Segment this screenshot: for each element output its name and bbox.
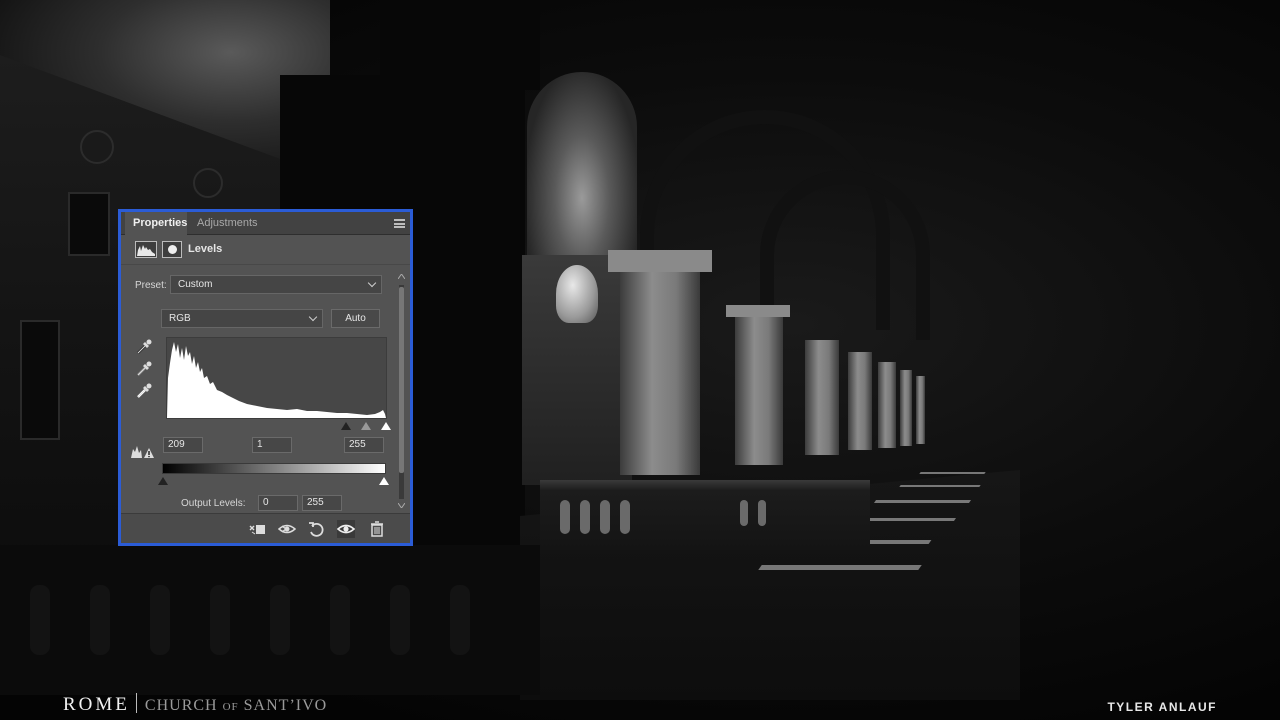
dark-arch — [380, 0, 540, 90]
baluster — [30, 585, 50, 655]
input-black-field[interactable]: 209 — [163, 437, 203, 453]
levels-adjustment-icon — [135, 241, 157, 258]
scroll-up-icon[interactable] — [398, 274, 405, 279]
clipping-warning-icon — [131, 446, 154, 458]
baluster — [600, 500, 610, 534]
chevron-down-icon — [308, 312, 318, 322]
author-credit: TYLER ANLAUF — [1107, 700, 1217, 714]
auto-button[interactable]: Auto — [331, 309, 380, 328]
column — [805, 340, 839, 455]
baluster — [270, 585, 290, 655]
baluster — [620, 500, 630, 534]
channel-select[interactable]: RGB — [161, 309, 323, 328]
input-black-slider[interactable] — [341, 422, 351, 430]
baluster — [580, 500, 590, 534]
clip-to-layer-icon[interactable] — [248, 520, 266, 538]
baluster — [210, 585, 230, 655]
output-white-slider[interactable] — [379, 477, 389, 485]
light-streak — [873, 500, 972, 503]
baluster — [90, 585, 110, 655]
input-white-field[interactable]: 255 — [344, 437, 384, 453]
balustrade — [540, 480, 870, 550]
preset-value: Custom — [178, 279, 213, 290]
levels-header: Levels — [121, 235, 410, 265]
light-streak — [919, 472, 986, 474]
properties-panel: Properties Adjustments Levels Preset: Cu… — [118, 209, 413, 546]
baluster — [758, 500, 766, 526]
column — [620, 270, 700, 475]
panel-footer — [121, 513, 410, 543]
output-black-slider[interactable] — [158, 477, 168, 485]
output-levels-label: Output Levels: — [181, 498, 246, 509]
panel-tab-bar: Properties Adjustments — [121, 212, 410, 235]
baluster — [390, 585, 410, 655]
histogram — [166, 337, 387, 419]
caption-divider — [135, 693, 137, 713]
tab-adjustments[interactable]: Adjustments — [189, 212, 263, 235]
baluster — [450, 585, 470, 655]
panel-title: Levels — [188, 243, 223, 255]
output-gradient-bar — [162, 463, 386, 474]
baluster — [330, 585, 350, 655]
gray-point-eyedropper-icon[interactable] — [135, 360, 153, 378]
column-capital — [726, 305, 790, 317]
light-streak — [758, 565, 922, 570]
baluster — [150, 585, 170, 655]
reset-icon[interactable] — [307, 520, 325, 538]
tab-properties[interactable]: Properties — [125, 212, 187, 235]
column — [878, 362, 896, 448]
caption-title: ROME — [63, 694, 130, 715]
output-white-field[interactable]: 255 — [302, 495, 342, 511]
foreground-railing — [0, 545, 540, 695]
caption-subtitle-of: OF — [222, 701, 239, 713]
channel-value: RGB — [169, 313, 191, 324]
lantern-dome — [556, 265, 598, 323]
trash-icon[interactable] — [368, 520, 386, 538]
preset-label: Preset: — [135, 280, 167, 291]
caption-subtitle-santivo: SANT’IVO — [243, 697, 328, 714]
light-streak — [899, 485, 981, 487]
column — [848, 352, 872, 450]
input-gamma-field[interactable]: 1 — [252, 437, 292, 453]
view-previous-state-icon[interactable] — [278, 520, 296, 538]
caption-subtitle: CHURCH OF SANT’IVO — [145, 697, 327, 714]
visibility-eye-icon[interactable] — [337, 520, 355, 538]
caption-subtitle-church: CHURCH — [144, 697, 218, 714]
column-capital — [608, 250, 712, 272]
layer-mask-icon[interactable] — [162, 241, 182, 258]
panel-menu-icon[interactable] — [394, 219, 405, 228]
caption-title-block: ROME CHURCH OF SANT’IVO — [63, 693, 327, 716]
window — [20, 320, 60, 440]
white-point-eyedropper-icon[interactable] — [135, 382, 153, 400]
scroll-down-icon[interactable] — [398, 503, 405, 508]
output-black-field[interactable]: 0 — [258, 495, 298, 511]
round-window — [80, 130, 114, 164]
panel-scrollbar[interactable] — [397, 273, 406, 511]
scroll-thumb[interactable] — [399, 287, 404, 473]
chevron-down-icon — [367, 278, 377, 288]
input-gray-slider[interactable] — [361, 422, 371, 430]
round-window — [193, 168, 223, 198]
column — [916, 376, 925, 444]
window — [68, 192, 110, 256]
black-point-eyedropper-icon[interactable] — [135, 338, 153, 356]
input-white-slider[interactable] — [381, 422, 391, 430]
column — [735, 315, 783, 465]
column — [900, 370, 912, 446]
baluster — [560, 500, 570, 534]
histogram-graph — [167, 342, 386, 418]
baluster — [740, 500, 748, 526]
preset-select[interactable]: Custom — [170, 275, 382, 294]
